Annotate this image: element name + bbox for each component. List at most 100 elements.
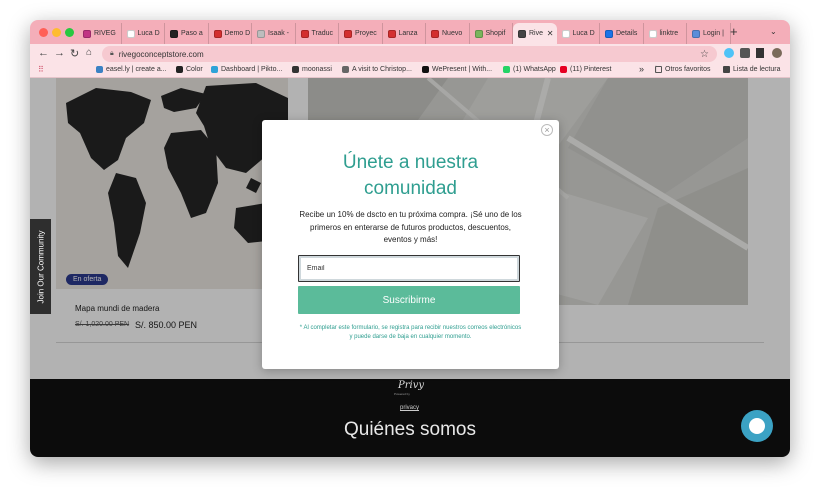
bookmark-label: (1) WhatsApp	[513, 66, 556, 73]
cloud-extension-icon[interactable]	[724, 48, 734, 58]
bookmark-item[interactable]: moonassi	[292, 66, 332, 73]
tab-favicon-icon	[126, 29, 135, 38]
tab-favicon-icon	[561, 29, 570, 38]
tab-strip: RIVEG Luca D Paso a Demo D Isaak - Traduc Proy…	[30, 20, 790, 44]
chat-button[interactable]	[741, 410, 773, 442]
apps-grid-icon[interactable]: ⠿	[38, 65, 44, 74]
browser-tab[interactable]: Paso a	[165, 23, 209, 44]
join-community-tab[interactable]: Join Our Community	[30, 219, 51, 314]
maximize-window-icon[interactable]	[65, 28, 74, 37]
privy-logo: Privy	[398, 380, 425, 391]
tab-favicon-icon	[257, 29, 265, 38]
bookmark-item[interactable]: easel.ly | create a...	[96, 66, 167, 73]
browser-tab[interactable]: Rive ✕	[513, 23, 557, 44]
tab-favicon-icon	[648, 29, 657, 38]
join-community-label: Join Our Community	[36, 230, 45, 303]
tab-list: RIVEG Luca D Paso a Demo D Isaak - Traduc Proy…	[78, 23, 731, 44]
browser-tab[interactable]: linktre	[644, 23, 687, 44]
site-footer: Privy Powered by privacy Quiénes somos	[30, 379, 790, 457]
browser-tab[interactable]: Proyec	[339, 23, 383, 44]
forward-arrow-icon[interactable]: →	[54, 47, 65, 59]
email-field[interactable]	[299, 256, 519, 281]
reading-list-icon[interactable]	[756, 48, 764, 58]
bookmark-favicon-icon	[503, 66, 510, 73]
privacy-link[interactable]: privacy	[400, 405, 419, 411]
bookmark-label: moonassi	[302, 66, 332, 73]
bookmark-label: (11) Pinterest	[570, 66, 612, 73]
bookmark-favicon-icon	[96, 66, 103, 73]
tab-favicon-icon	[605, 29, 613, 38]
bookmark-item[interactable]: (11) Pinterest	[560, 66, 612, 73]
bookmark-favicon-icon	[560, 66, 567, 73]
bookmark-favicon-icon	[342, 66, 349, 73]
close-tab-icon[interactable]: ✕	[547, 29, 554, 38]
bookmark-item[interactable]: Color	[176, 66, 203, 73]
bookmark-favicon-icon	[176, 66, 183, 73]
other-bookmarks-folder[interactable]: Otros favoritos	[655, 66, 711, 73]
new-tab-button[interactable]: +	[730, 24, 738, 39]
tab-favicon-icon	[170, 29, 178, 38]
home-icon[interactable]: ⌂	[86, 47, 92, 58]
tab-label: Luca D	[572, 30, 595, 37]
chat-bubble-icon	[749, 418, 765, 434]
lock-icon: 🔒︎	[110, 50, 114, 57]
more-bookmarks-button[interactable]: »	[639, 64, 644, 74]
browser-tab[interactable]: RIVEG	[78, 23, 122, 44]
bookmark-star-icon[interactable]: ☆	[700, 49, 709, 60]
tab-favicon-icon	[474, 29, 483, 38]
browser-tab[interactable]: Shopif	[470, 23, 513, 44]
bookmark-label: easel.ly | create a...	[106, 66, 167, 73]
extensions-puzzle-icon[interactable]	[740, 48, 750, 58]
browser-tab[interactable]: Luca D	[557, 23, 600, 44]
legal-disclaimer: * Al completar este formulario, se regis…	[299, 325, 522, 340]
address-bar[interactable]: 🔒︎ rivegoconceptstore.com ☆	[102, 46, 717, 62]
url-text: rivegoconceptstore.com	[118, 49, 204, 59]
bookmark-favicon-icon	[422, 66, 429, 73]
browser-tab[interactable]: Luca D	[122, 23, 165, 44]
close-window-icon[interactable]	[39, 28, 48, 37]
tab-search-icon[interactable]: ⌄	[770, 27, 777, 36]
tab-label: Nuevo	[442, 30, 463, 37]
browser-tab[interactable]: Isaak -	[252, 23, 296, 44]
tab-label: RIVEG	[94, 30, 116, 37]
tab-label: Proyec	[355, 30, 377, 37]
reading-list-button[interactable]: Lista de lectura	[723, 66, 780, 73]
bookmark-item[interactable]: A visit to Christop...	[342, 66, 412, 73]
browser-tab[interactable]: Traduc	[296, 23, 339, 44]
reload-icon[interactable]: ↻	[70, 47, 79, 60]
modal-description: Recibe un 10% de dscto en tu próxima com…	[299, 210, 522, 244]
tab-favicon-icon	[518, 29, 526, 38]
subscribe-button[interactable]: Suscribirme	[298, 286, 520, 314]
reading-list-icon	[723, 66, 730, 73]
bookmark-item[interactable]: Dashboard | Pikto...	[211, 66, 282, 73]
browser-tab[interactable]: Nuevo	[426, 23, 470, 44]
close-icon[interactable]: ×	[541, 124, 553, 136]
minimize-window-icon[interactable]	[52, 28, 61, 37]
powered-by-text: Powered by	[394, 392, 410, 396]
tab-label: Rive	[529, 30, 544, 37]
browser-tab[interactable]: Demo D	[209, 23, 252, 44]
about-heading: Quiénes somos	[343, 419, 476, 440]
tab-label: Shopif	[485, 30, 506, 37]
other-bookmarks-label: Otros favoritos	[665, 66, 711, 73]
bookmark-favicon-icon	[292, 66, 299, 73]
tab-label: Lanza	[398, 30, 418, 37]
page-content: En oferta Mapa mundi de madera S/. 1,020…	[30, 78, 790, 457]
bookmark-item[interactable]: WePresent | With...	[422, 66, 492, 73]
profile-avatar[interactable]	[772, 48, 782, 58]
folder-icon	[655, 66, 662, 73]
tab-label: Isaak -	[268, 30, 290, 37]
tab-favicon-icon	[83, 29, 91, 38]
back-arrow-icon[interactable]: ←	[38, 47, 49, 59]
tab-label: Demo D	[224, 30, 251, 37]
tab-label: Traduc	[311, 30, 334, 37]
modal-title-line2: comunidad	[364, 178, 457, 199]
browser-tab[interactable]: Details	[600, 23, 644, 44]
bookmark-item[interactable]: (1) WhatsApp	[503, 66, 556, 73]
browser-tab[interactable]: Login |	[687, 23, 731, 44]
tab-label: Details	[616, 30, 638, 37]
bookmark-label: A visit to Christop...	[352, 66, 412, 73]
browser-tab[interactable]: Lanza	[383, 23, 426, 44]
tab-label: Login |	[703, 30, 724, 37]
bookmark-favicon-icon	[211, 66, 218, 73]
